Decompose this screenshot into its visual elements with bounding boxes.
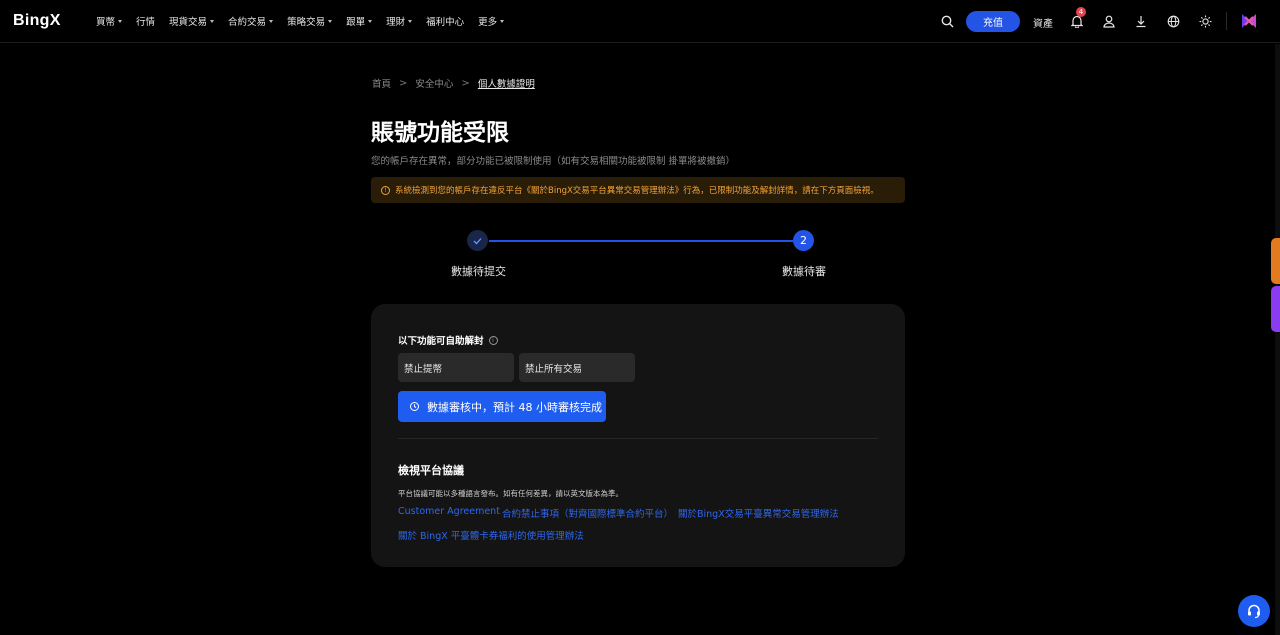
- caret-down-icon: [328, 19, 333, 23]
- review-status-button[interactable]: 數據審核中，預計 48 小時審核完成: [398, 391, 606, 422]
- link-coupon-rules[interactable]: 關於 BingX 平臺體卡券福利的使用管理辦法: [398, 528, 584, 542]
- menu-item-markets[interactable]: 行情: [136, 14, 155, 28]
- side-tab-purple[interactable]: [1271, 286, 1280, 332]
- menu-label: 福利中心: [426, 17, 465, 28]
- protocols-heading: 檢視平台協議: [398, 464, 464, 477]
- caret-down-icon: [500, 19, 505, 23]
- step-2-label: 數據待審: [782, 265, 826, 278]
- warning-icon: !: [381, 185, 390, 195]
- breadcrumb-security-center[interactable]: 安全中心: [415, 76, 453, 90]
- info-icon[interactable]: i: [488, 335, 498, 345]
- breadcrumb-separator: >: [399, 77, 408, 89]
- caret-down-icon: [368, 19, 373, 23]
- side-tab-orange[interactable]: [1271, 238, 1280, 284]
- support-chat-button[interactable]: [1238, 595, 1270, 627]
- menu-label: 策略交易: [287, 17, 326, 28]
- protocols-note: 平台協議可能以多種語言發布。如有任何差異，請以英文版本為準。: [398, 489, 623, 498]
- caret-down-icon: [269, 19, 274, 23]
- menu-label: 行情: [136, 17, 156, 28]
- step-2-indicator: 2: [793, 230, 814, 251]
- link-futures-prohibitions[interactable]: 合約禁止事項（對齊國際標準合約平台）: [502, 506, 673, 520]
- menu-item-futures[interactable]: 合約交易: [228, 14, 274, 28]
- menu-item-buy-crypto[interactable]: 買幣: [96, 14, 123, 28]
- main-menu: 買幣 行情 現貨交易 合約交易 策略交易 跟單 理財 福利中心 更多: [96, 14, 518, 28]
- menu-item-earn[interactable]: 理財: [386, 14, 413, 28]
- nav-divider: [1226, 12, 1227, 30]
- menu-item-strategy[interactable]: 策略交易: [287, 14, 333, 28]
- card-divider: [398, 438, 878, 439]
- menu-item-spot[interactable]: 現貨交易: [169, 14, 215, 28]
- link-abnormal-trading-rules[interactable]: 關於BingX交易平臺異常交易管理辦法: [678, 506, 839, 520]
- menu-label: 理財: [386, 17, 406, 28]
- caret-down-icon: [408, 19, 413, 23]
- step-1-check-icon: [467, 230, 488, 251]
- headset-icon: [1248, 604, 1260, 619]
- breadcrumb: 首頁 > 安全中心 > 個人數據證明: [372, 76, 535, 91]
- restriction-card: 以下功能可自助解封 i 禁止提幣 禁止所有交易 數據審核中，預計 48 小時審核…: [371, 304, 905, 567]
- page-title: 賬號功能受限: [371, 120, 509, 146]
- user-icon[interactable]: [1100, 12, 1118, 30]
- menu-label: 現貨交易: [169, 17, 208, 28]
- menu-item-copy-trade[interactable]: 跟單: [346, 14, 373, 28]
- menu-label: 更多: [478, 17, 498, 28]
- notification-badge: 4: [1076, 7, 1086, 17]
- menu-label: 跟單: [346, 17, 366, 28]
- avatar-icon[interactable]: [1239, 11, 1259, 31]
- caret-down-icon: [118, 19, 123, 23]
- self-unlock-heading-text: 以下功能可自助解封: [398, 336, 484, 347]
- menu-label: 買幣: [96, 17, 116, 28]
- restriction-chip-trading: 禁止所有交易: [519, 353, 635, 382]
- menu-item-rewards[interactable]: 福利中心: [426, 14, 464, 28]
- breadcrumb-current: 個人數據證明: [477, 79, 535, 90]
- review-status-text: 數據審核中，預計 48 小時審核完成: [427, 400, 602, 414]
- download-icon[interactable]: [1132, 12, 1150, 30]
- theme-toggle-icon[interactable]: [1196, 12, 1214, 30]
- clock-icon: [410, 402, 419, 411]
- menu-item-more[interactable]: 更多: [478, 14, 505, 28]
- globe-icon[interactable]: [1164, 12, 1182, 30]
- link-customer-agreement[interactable]: Customer Agreement: [398, 506, 500, 517]
- page-subtitle: 您的帳戶存在異常，部分功能已被限制使用（如有交易相關功能被限制 掛單將被撤銷）: [371, 156, 736, 167]
- search-icon[interactable]: [938, 12, 956, 30]
- menu-label: 合約交易: [228, 17, 267, 28]
- step-1-label: 數據待提交: [451, 265, 506, 278]
- page-scrollbar[interactable]: [1275, 44, 1280, 635]
- warning-text: 系統檢測到您的帳戶存在違反平台《關於BingX交易平台異常交易管理辦法》行為，已…: [395, 186, 879, 196]
- assets-link[interactable]: 資產: [1033, 15, 1053, 30]
- warning-banner: ! 系統檢測到您的帳戶存在違反平台《關於BingX交易平台異常交易管理辦法》行為…: [371, 177, 905, 203]
- top-navigation: BingX 買幣 行情 現貨交易 合約交易 策略交易 跟單 理財 福利中心 更多…: [0, 0, 1280, 43]
- breadcrumb-home[interactable]: 首頁: [372, 76, 391, 90]
- stepper-progress-line: [489, 240, 793, 242]
- bingx-logo[interactable]: BingX: [13, 12, 61, 30]
- self-unlock-heading: 以下功能可自助解封 i: [398, 333, 498, 347]
- deposit-button[interactable]: 充值: [966, 11, 1020, 32]
- restriction-chip-withdraw: 禁止提幣: [398, 353, 514, 382]
- breadcrumb-separator: >: [461, 77, 470, 89]
- caret-down-icon: [210, 19, 215, 23]
